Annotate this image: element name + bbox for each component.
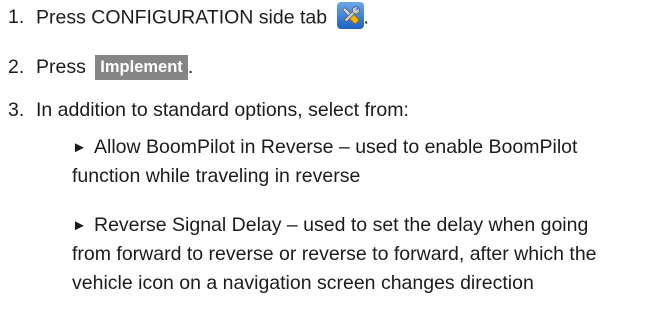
step-number: 2. [8,56,25,78]
step-text: Press [36,56,86,78]
implement-button: Implement [95,55,188,80]
option-text-line: Reverse Signal Delay – used to set the d… [94,214,589,236]
bullet-arrow-icon: ► [72,217,87,234]
instruction-document: 1. Press CONFIGURATION side tab . 2. Pre… [0,0,663,311]
wrench-screwdriver-icon [336,2,364,29]
step-text: Press CONFIGURATION side tab [36,6,328,29]
option-text-line: vehicle icon on a navigation screen chan… [72,272,534,294]
option-text-line: Allow BoomPilot in Reverse – used to ena… [94,136,578,158]
option-text-line: from forward to reverse or reverse to fo… [72,243,597,265]
step-text: In addition to standard options, select … [36,99,409,121]
option-text-line: function while traveling in reverse [72,165,361,187]
step-punctuation: . [363,6,369,29]
step-number: 1. [8,6,25,28]
option-item: ► Reverse Signal Delay – used to set the… [72,211,657,298]
step-punctuation: . [187,56,194,78]
option-item: ► Allow BoomPilot in Reverse – used to e… [72,133,657,191]
step-number: 3. [8,99,25,121]
bullet-arrow-icon: ► [72,139,87,156]
